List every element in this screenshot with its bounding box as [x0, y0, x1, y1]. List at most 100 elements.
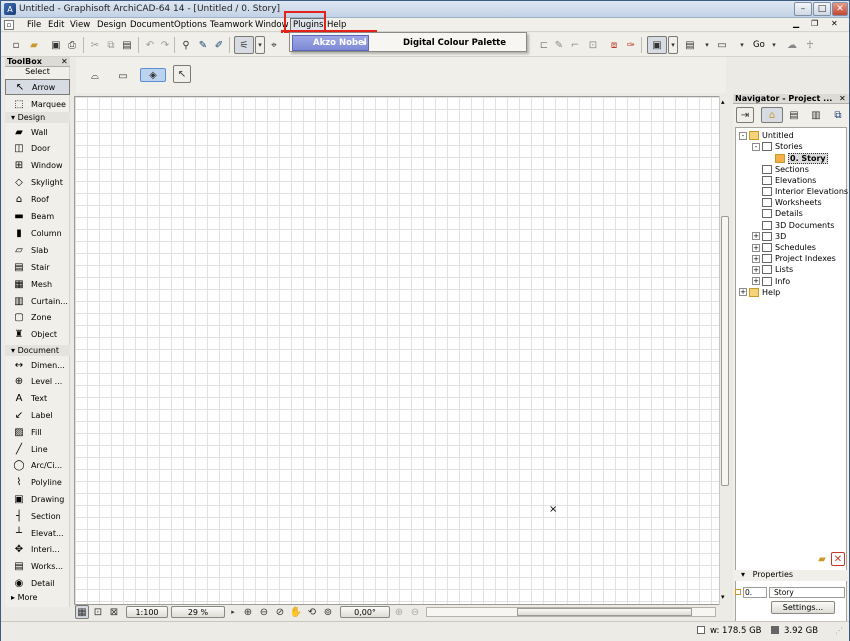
rotated-rectangle-icon[interactable]: ◈	[140, 68, 166, 82]
close-icon[interactable]: ✕	[839, 94, 846, 103]
document-section-header[interactable]: ▾ Document	[5, 345, 70, 356]
tool-door[interactable]: ◫ Door	[5, 141, 70, 157]
quick-options-icon[interactable]: ▦	[75, 605, 89, 619]
chevron-down-icon[interactable]: ▾	[767, 38, 781, 52]
group-icon[interactable]: ⊡	[586, 38, 600, 52]
floor-plan-icon[interactable]: ▣	[647, 36, 667, 54]
tree-expander-icon[interactable]: +	[752, 265, 760, 274]
zoom-out-icon[interactable]: ⊖	[257, 605, 271, 619]
story-id-field[interactable]: 0.	[743, 586, 767, 598]
tree-item-info[interactable]: + Info	[752, 276, 790, 286]
tool-wall[interactable]: ▰ Wall	[5, 124, 70, 140]
tool-elevat[interactable]: ┴ Elevat...	[5, 525, 70, 541]
new-folder-icon[interactable]: ▰	[815, 552, 829, 566]
tool-skylight[interactable]: ◇ Skylight	[5, 175, 70, 191]
tree-item-lists[interactable]: + Lists	[752, 265, 793, 275]
tree-item-details[interactable]: Details	[752, 209, 803, 219]
layer-icon[interactable]: ⧈	[607, 38, 621, 52]
tree-expander-icon[interactable]: +	[752, 243, 760, 252]
paste-icon[interactable]: ▤	[120, 38, 134, 52]
angle-field[interactable]: 0,00°	[340, 606, 390, 618]
tool-curtain[interactable]: ▥ Curtain...	[5, 293, 70, 309]
layout-book-icon[interactable]: ▭	[715, 38, 729, 52]
resize-grip-icon[interactable]: ⋰	[835, 626, 843, 635]
tool-zone[interactable]: ▢ Zone	[5, 310, 70, 326]
tree-expander-icon[interactable]: +	[739, 288, 747, 297]
tree-item-stories[interactable]: - Stories	[752, 142, 803, 152]
undo-icon[interactable]: ↶	[143, 38, 157, 52]
copy-icon[interactable]: ⧉	[104, 38, 118, 52]
menu-design[interactable]: Design	[97, 20, 126, 30]
close-icon[interactable]: ✕	[61, 57, 68, 66]
maximize-button[interactable]: □	[813, 2, 831, 16]
rectangle-geometry-icon[interactable]: ▭	[116, 69, 130, 83]
menu-view[interactable]: View	[70, 20, 90, 30]
tool-stair[interactable]: ▤ Stair	[5, 259, 70, 275]
tool-works[interactable]: ▤ Works...	[5, 559, 70, 575]
menu-options[interactable]: Options	[174, 20, 207, 30]
tool-detail[interactable]: ◉ Detail	[5, 575, 70, 591]
scroll-down-icon[interactable]: ▾	[721, 593, 725, 601]
tree-item-schedules[interactable]: + Schedules	[752, 243, 816, 252]
tree-item-project-indexes[interactable]: + Project Indexes	[752, 254, 836, 264]
tree-item-3d-documents[interactable]: 3D Documents	[752, 220, 834, 230]
organizer-icon[interactable]: ⧉	[829, 107, 847, 123]
mdi-minimize-icon[interactable]: ▁	[793, 19, 799, 28]
zoom-field[interactable]: 29 %	[171, 606, 225, 618]
tool-level[interactable]: ⊕ Level ...	[5, 374, 70, 390]
walk-icon[interactable]: ☥	[803, 38, 817, 52]
chevron-down-icon[interactable]: ▾	[255, 36, 265, 54]
minimize-button[interactable]: –	[794, 2, 812, 16]
menu-document[interactable]: Document	[130, 20, 174, 30]
marker-icon[interactable]: ✑	[624, 38, 638, 52]
zoom-area-icon[interactable]: ⊡	[91, 605, 105, 619]
design-section-header[interactable]: ▾ Design	[5, 112, 70, 123]
view-map-icon[interactable]: ⌂	[761, 107, 783, 123]
fit-window-icon[interactable]: ⊠	[107, 605, 121, 619]
tool-arc-ci[interactable]: ◯ Arc/Ci...	[5, 458, 70, 474]
tool-text[interactable]: A Text	[5, 391, 70, 407]
project-map-icon[interactable]: ⇥	[736, 107, 754, 123]
tree-item-elevations[interactable]: Elevations	[752, 175, 816, 185]
horizontal-scrollbar[interactable]	[426, 607, 716, 617]
layout-book-icon[interactable]: ▤	[785, 107, 803, 123]
horizontal-scroll-thumb[interactable]	[517, 608, 692, 616]
go-button[interactable]: Go	[753, 40, 765, 50]
properties-header[interactable]: ▾ Properties	[735, 570, 847, 581]
chevron-down-icon[interactable]: ▾	[700, 38, 714, 52]
vertical-scroll-thumb[interactable]	[721, 216, 729, 486]
cursor-snap-icon[interactable]: ⌖	[267, 38, 281, 52]
tree-expander-icon[interactable]: +	[752, 232, 760, 241]
mdi-close-icon[interactable]: ✕	[831, 19, 838, 28]
more-section-header[interactable]: ▸ More	[5, 592, 70, 603]
new-file-icon[interactable]: ▫	[9, 38, 23, 52]
tool-polyline[interactable]: ⌇ Polyline	[5, 475, 70, 491]
tool-slab[interactable]: ▱ Slab	[5, 242, 70, 258]
tool-window[interactable]: ⊞ Window	[5, 158, 70, 174]
delete-icon[interactable]: ✕	[831, 552, 845, 566]
chevron-down-icon[interactable]: ▾	[735, 38, 749, 52]
tool-interi[interactable]: ✥ Interi...	[5, 542, 70, 558]
menu-help[interactable]: Help	[327, 20, 346, 30]
settings-button[interactable]: Settings...	[771, 601, 835, 614]
print-icon[interactable]: ⎙	[65, 38, 79, 52]
magic-wand-icon[interactable]: ⚟	[234, 36, 254, 54]
chevron-down-icon[interactable]: ▾	[668, 36, 678, 54]
scroll-up-icon[interactable]: ▴	[721, 98, 725, 106]
pan-icon[interactable]: ✋	[289, 605, 303, 619]
document-icon[interactable]: ▫	[4, 20, 14, 30]
publisher-icon[interactable]: ▥	[807, 107, 825, 123]
tree-expander-icon[interactable]: +	[752, 254, 760, 263]
open-folder-icon[interactable]: ▰	[27, 38, 41, 52]
pointer-select-icon[interactable]: ↖	[173, 65, 191, 83]
akzo-nobel-menu-item[interactable]: Akzo Nobel ▸	[292, 35, 369, 51]
zoom-previous-icon[interactable]: ⊘	[273, 605, 287, 619]
tool-beam[interactable]: ▬ Beam	[5, 209, 70, 225]
tool-dimen[interactable]: ↔ Dimen...	[5, 357, 70, 373]
align-icon[interactable]: ⊏	[537, 38, 551, 52]
redo-icon[interactable]: ↷	[158, 38, 172, 52]
tree-expander-icon[interactable]: +	[752, 277, 760, 286]
syringe-icon[interactable]: ✐	[212, 38, 226, 52]
orientation-icon[interactable]: ⊚	[321, 605, 335, 619]
pen-icon[interactable]: ✎	[552, 38, 566, 52]
